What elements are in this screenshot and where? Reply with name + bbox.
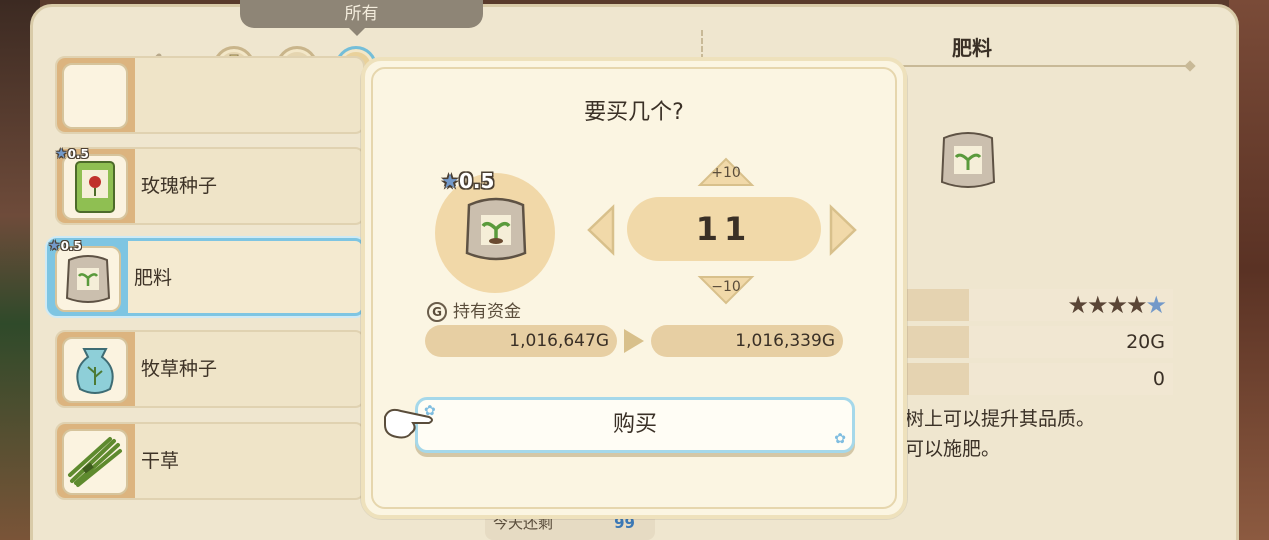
list-item-fertilizer[interactable]: ★0.5 肥料	[47, 238, 365, 316]
dialog-title: 要买几个?	[584, 100, 684, 125]
stat-label-cell	[905, 363, 969, 395]
item-description: 树上可以提升其品质。 可以施肥。	[905, 404, 1205, 464]
stat-value-cell: ★★★★★	[969, 289, 1173, 321]
plus-ten-label: +10	[711, 165, 741, 181]
price-value: 20G	[969, 326, 1173, 358]
star-icon: ★	[1067, 291, 1088, 319]
pointing-hand-cursor-icon	[384, 408, 433, 439]
rose-seed-packet-icon	[75, 161, 115, 213]
stat-row-owned: 0	[905, 363, 1173, 395]
detail-title: 肥料	[952, 36, 992, 60]
list-item-pasture-seed[interactable]: 牧草种子	[55, 330, 365, 408]
list-item-rose-seed[interactable]: ★0.5 玫瑰种子	[55, 146, 365, 225]
minus-ten-button[interactable]: −10	[696, 273, 756, 307]
quantity-display: 11	[627, 197, 821, 261]
half-star-icon: ★	[1145, 291, 1166, 319]
fertilizer-bag-icon	[65, 255, 111, 303]
gold-coin-icon: G	[427, 302, 447, 322]
star-icon: ★	[1106, 291, 1127, 319]
list-item[interactable]	[55, 56, 365, 134]
buy-button[interactable]: ✿ 购买 ✿	[415, 397, 855, 453]
stat-row-quality: ★★★★★	[905, 289, 1173, 321]
funds-label-text: 持有资金	[453, 302, 521, 322]
star-icon: ★	[1125, 291, 1147, 319]
list-item-thumb	[62, 63, 128, 129]
list-item-hay[interactable]: 干草	[55, 422, 365, 500]
funds-after-purchase: 1,016,339G	[651, 325, 843, 357]
list-item-label: 干草	[141, 450, 180, 472]
funds-label: G 持有资金	[427, 297, 521, 322]
description-line: 树上可以提升其品质。	[905, 408, 1096, 430]
list-item-label: 牧草种子	[141, 358, 218, 380]
purchase-dialog: 要买几个? ★0.5 +10 11 −10 G 持有资金 1,016,647G 1…	[361, 57, 907, 519]
owned-value: 0	[969, 363, 1173, 395]
list-item-thumb	[62, 337, 128, 403]
plus-ten-button[interactable]: +10	[696, 155, 756, 189]
list-item-thumb	[62, 429, 128, 495]
detail-title-underline	[900, 65, 1190, 67]
arrow-right-icon	[624, 329, 644, 353]
list-item-label: 肥料	[134, 267, 173, 289]
increment-arrow-icon[interactable]	[827, 203, 859, 257]
list-item-label: 玫瑰种子	[141, 175, 218, 197]
decrement-arrow-icon[interactable]	[585, 203, 617, 257]
stat-row-price: 20G	[905, 326, 1173, 358]
flower-decoration-icon: ✿	[834, 431, 846, 447]
item-quality-badge: ★0.5	[441, 169, 495, 193]
stat-label-cell	[905, 326, 969, 358]
pasture-seed-bag-icon	[76, 348, 114, 394]
category-header-pointer	[349, 28, 365, 36]
list-item-thumb	[62, 154, 128, 220]
star-icon: ★	[1086, 291, 1108, 319]
quality-star-badge: ★0.5	[55, 146, 89, 162]
minus-ten-label: −10	[711, 279, 741, 295]
buy-button-label: 购买	[612, 412, 657, 437]
fertilizer-bag-icon	[940, 132, 996, 188]
divider	[701, 30, 703, 60]
category-header: 所有	[240, 0, 483, 28]
stat-label-cell	[905, 289, 969, 321]
description-line: 可以施肥。	[905, 438, 1001, 460]
hay-icon	[68, 437, 122, 487]
fertilizer-bag-icon	[465, 197, 527, 261]
quality-stars: ★★★★★	[1067, 291, 1167, 319]
current-funds: 1,016,647G	[425, 325, 617, 357]
list-item-thumb	[55, 246, 121, 312]
quality-star-badge: ★0.5	[48, 238, 82, 254]
